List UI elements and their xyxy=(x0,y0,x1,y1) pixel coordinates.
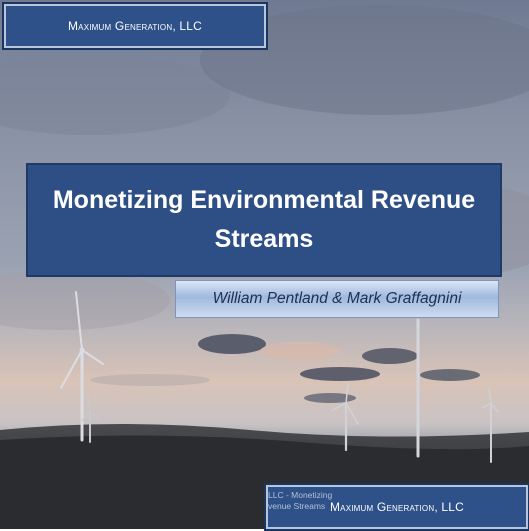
footer-text-line1: LLC - Monetizing xyxy=(268,490,333,500)
slide-subtitle-authors: William Pentland & Mark Graffagnini xyxy=(212,290,462,307)
company-badge-top: Maximum Generation, LLC xyxy=(2,2,268,50)
title-box: Monetizing Environmental Revenue Streams xyxy=(26,163,502,277)
company-name: Maximum Generation, LLC xyxy=(329,500,465,514)
slide-title: Monetizing Environmental Revenue Streams xyxy=(52,186,476,253)
subtitle-box: William Pentland & Mark Graffagnini xyxy=(175,280,499,318)
footer-text: LLC - Monetizing venue Streams xyxy=(268,490,348,512)
footer-text-line2: venue Streams xyxy=(268,501,326,511)
company-name: Maximum Generation, LLC xyxy=(67,19,203,33)
